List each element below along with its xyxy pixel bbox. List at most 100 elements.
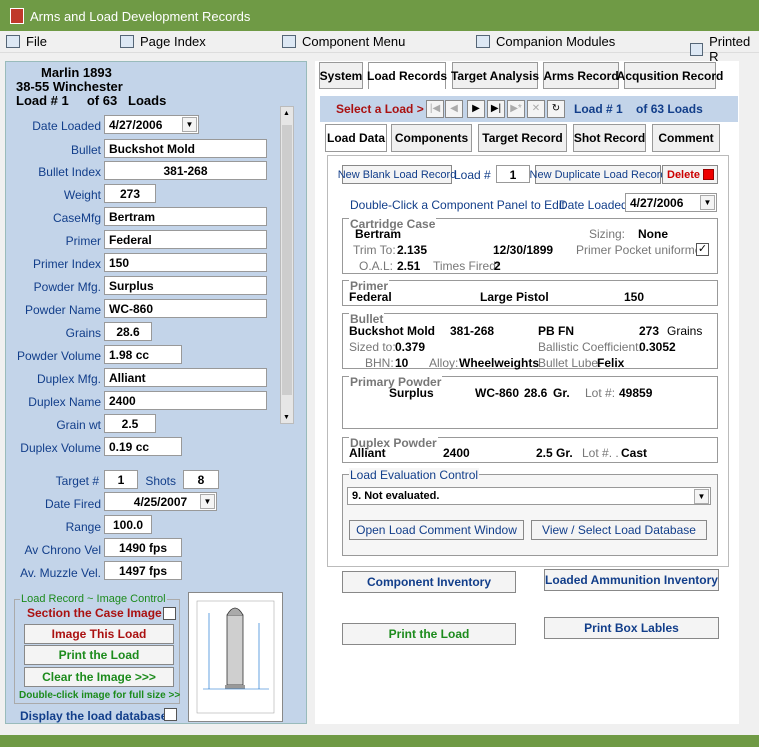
load-number-field[interactable]: 1 xyxy=(496,165,530,183)
print-load-button[interactable]: Print the Load xyxy=(24,645,174,665)
first-record-icon[interactable]: |◀ xyxy=(426,100,444,118)
duplex-mfg-field[interactable]: Alliant xyxy=(104,368,267,387)
range-field[interactable]: 100.0 xyxy=(104,515,152,534)
load-image[interactable] xyxy=(188,592,283,722)
view-load-database-button[interactable]: View / Select Load Database xyxy=(531,520,707,540)
menu-file[interactable]: File xyxy=(6,34,47,49)
new-blank-record-button[interactable]: New Blank Load Record xyxy=(338,165,456,184)
powder-name-field[interactable]: WC-860 xyxy=(104,299,267,318)
duplex-volume-field[interactable]: 0.19 cc xyxy=(104,437,182,456)
bullet-index-field[interactable]: 381-268 xyxy=(104,161,267,180)
chevron-down-icon[interactable]: ▼ xyxy=(694,489,709,504)
grains-field[interactable]: 28.6 xyxy=(104,322,152,341)
delete-button[interactable]: Delete xyxy=(662,165,718,184)
grain-wt-value: 2.5 xyxy=(121,417,139,431)
primer-value: Federal xyxy=(109,233,152,247)
loaded-inventory-button[interactable]: Loaded Ammunition Inventory xyxy=(544,569,719,591)
weight-field[interactable]: 273 xyxy=(104,184,156,203)
subtab-comment[interactable]: Comment xyxy=(652,124,720,152)
chevron-down-icon[interactable]: ▼ xyxy=(182,117,197,132)
display-db-checkbox[interactable] xyxy=(164,708,177,721)
new-duplicate-record-button[interactable]: New Duplicate Load Record xyxy=(530,165,666,184)
primer-field[interactable]: Federal xyxy=(104,230,267,249)
chrono-label: Av Chrono Vel xyxy=(24,543,102,557)
printer-icon xyxy=(690,42,704,56)
muzzle-field[interactable]: 1497 fps xyxy=(104,561,182,580)
display-db-label: Display the load database xyxy=(20,709,168,723)
new-record-icon[interactable]: ▶* xyxy=(507,100,525,118)
delete-record-icon[interactable]: ✕ xyxy=(527,100,545,118)
date-fired-field[interactable]: 4/25/2007 ▼ xyxy=(104,492,217,511)
print-box-labels-button[interactable]: Print Box Lables xyxy=(544,617,719,639)
bhn-value: 10 xyxy=(395,356,409,370)
date-loaded-label: Date Loaded xyxy=(32,119,101,133)
prev-record-icon[interactable]: ◀ xyxy=(445,100,463,118)
sizing-label: Sizing: xyxy=(589,227,626,241)
chevron-down-icon[interactable]: ▼ xyxy=(700,195,715,210)
primer-index-field[interactable]: 150 xyxy=(104,253,267,272)
trim-label: Trim To: xyxy=(353,243,396,257)
powder-mfg-field[interactable]: Surplus xyxy=(104,276,267,295)
tab-load-records[interactable]: Load Records xyxy=(367,62,447,89)
tab-arms-record[interactable]: Arms Record xyxy=(543,62,619,89)
subtab-load-data[interactable]: Load Data xyxy=(325,124,387,152)
muzzle-label: Av. Muzzle Vel. xyxy=(20,566,101,580)
powder-volume-field[interactable]: 1.98 cc xyxy=(104,345,182,364)
component-inventory-button[interactable]: Component Inventory xyxy=(342,571,516,593)
weight-label: Weight xyxy=(63,188,101,202)
image-this-load-button[interactable]: Image This Load xyxy=(24,624,174,644)
chrono-field[interactable]: 1490 fps xyxy=(104,538,182,557)
rifle-name: Marlin 1893 xyxy=(41,65,112,80)
bullet-label: Bullet xyxy=(70,143,101,157)
primary-powder-panel[interactable]: Primary Powder Surplus WC-860 28.6 Gr. L… xyxy=(342,375,718,429)
shots-field[interactable]: 8 xyxy=(183,470,219,489)
tab-acquisition-record[interactable]: Acqusition Record xyxy=(617,62,723,89)
evaluation-select[interactable]: 9. Not evaluated. ▼ xyxy=(347,487,711,505)
cartridge-case-panel[interactable]: Cartridge Case Bertram Sizing: None Trim… xyxy=(342,217,718,274)
pocket-checkbox[interactable]: ✓ xyxy=(696,243,709,256)
menu-companion[interactable]: Companion Modules xyxy=(476,34,615,49)
grain-wt-field[interactable]: 2.5 xyxy=(104,414,156,433)
range-label: Range xyxy=(65,520,101,534)
print-the-load-button[interactable]: Print the Load xyxy=(342,623,516,645)
scroll-thumb[interactable] xyxy=(282,125,292,395)
menu-component[interactable]: Component Menu xyxy=(282,34,405,49)
tab-system[interactable]: System xyxy=(319,62,363,89)
subtab-target-record[interactable]: Target Record xyxy=(478,124,567,152)
tab-target-analysis[interactable]: Target Analysis xyxy=(451,62,539,89)
duplex-name-field[interactable]: 2400 xyxy=(104,391,267,410)
primer-panel[interactable]: Primer Federal Large Pistol 150 xyxy=(342,279,718,306)
subtab-shot-record[interactable]: Shot Record xyxy=(573,124,646,152)
scroll-up-icon[interactable]: ▲ xyxy=(283,110,290,117)
powder-name-value: WC-860 xyxy=(109,302,154,316)
grain-wt-label: Grain wt xyxy=(56,418,101,432)
powder-name: WC-860 xyxy=(475,386,520,400)
bullet-field[interactable]: Buckshot Mold xyxy=(104,139,267,158)
bullet-panel[interactable]: Bullet Buckshot Mold 381-268 PB FN 273 G… xyxy=(342,312,718,370)
primer-label: Primer xyxy=(65,234,101,248)
casemfg-field[interactable]: Bertram xyxy=(104,207,267,226)
powder-lot-label: Lot #: xyxy=(585,386,616,400)
clear-image-button[interactable]: Clear the Image >>> xyxy=(24,667,174,687)
next-record-icon[interactable]: ▶ xyxy=(467,100,485,118)
bullet-type: PB FN xyxy=(538,324,574,338)
duplex-mfg: Alliant xyxy=(349,446,386,460)
section-case-checkbox[interactable] xyxy=(163,607,176,620)
duplex-lot-label: Lot #. . xyxy=(582,446,619,460)
powder-volume-label: Powder Volume xyxy=(16,349,101,363)
menu-printed[interactable]: Printed R xyxy=(690,34,759,64)
date-loaded-field[interactable]: 4/27/2006 ▼ xyxy=(625,193,717,212)
scrollbar[interactable]: ▲ ▼ xyxy=(280,106,294,424)
refresh-icon[interactable]: ↻ xyxy=(547,100,565,118)
subtab-components[interactable]: Components xyxy=(391,124,472,152)
target-field[interactable]: 1 xyxy=(104,470,138,489)
duplex-powder-panel[interactable]: Duplex Powder Alliant 2400 2.5 Gr. Lot #… xyxy=(342,436,718,463)
open-comment-window-button[interactable]: Open Load Comment Window xyxy=(349,520,524,540)
file-icon xyxy=(6,35,20,48)
scroll-down-icon[interactable]: ▼ xyxy=(283,414,290,421)
menu-page-index[interactable]: Page Index xyxy=(120,34,206,49)
chevron-down-icon[interactable]: ▼ xyxy=(200,494,215,509)
primer-index-value: 150 xyxy=(109,256,130,270)
date-loaded-field[interactable]: 4/27/2006 ▼ xyxy=(104,115,199,134)
last-record-icon[interactable]: ▶| xyxy=(487,100,505,118)
